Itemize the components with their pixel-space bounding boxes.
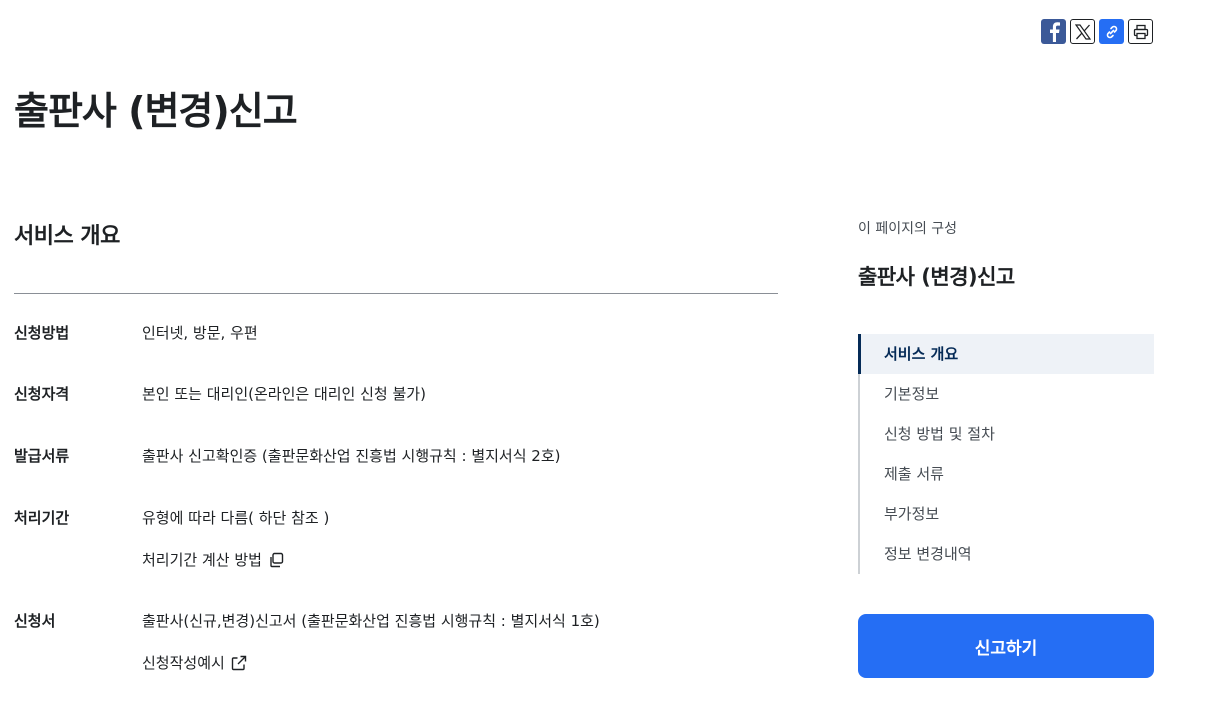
processing-time-calc-link[interactable]: 처리기간 계산 방법: [142, 549, 284, 570]
facebook-icon: [1049, 21, 1060, 42]
facebook-share-button[interactable]: [1041, 19, 1066, 44]
info-value: 출판사 신고확인증 (출판문화산업 진흥법 시행규칙 : 별지서식 2호): [142, 447, 561, 465]
page-title: 출판사 (변경)신고: [14, 89, 298, 133]
info-label: 신청서: [14, 612, 56, 630]
info-label: 신청자격: [14, 385, 70, 403]
external-link-icon: [231, 655, 247, 670]
application-example-link[interactable]: 신청작성예시: [142, 652, 247, 673]
info-value: 출판사(신규,변경)신고서 (출판문화산업 진흥법 시행규칙 : 별지서식 1호…: [142, 612, 600, 630]
info-label: 신청방법: [14, 324, 70, 342]
apply-button[interactable]: 신고하기: [858, 614, 1154, 678]
copy-link-button[interactable]: [1099, 19, 1124, 44]
info-value: 인터넷, 방문, 우편: [142, 324, 258, 342]
x-share-button[interactable]: [1070, 19, 1095, 44]
section-divider: [14, 293, 778, 294]
info-value: 유형에 따라 다름( 하단 참조 ): [142, 509, 330, 527]
x-icon: [1074, 23, 1091, 40]
toc-item-procedure[interactable]: 신청 방법 및 절차: [860, 414, 1154, 454]
share-toolbar: [1041, 19, 1153, 44]
info-label: 처리기간: [14, 509, 70, 527]
print-icon: [1133, 24, 1148, 39]
copy-popup-icon: [270, 552, 284, 567]
toc-caption: 이 페이지의 구성: [858, 221, 958, 237]
toc-item-basic-info[interactable]: 기본정보: [860, 374, 1154, 414]
section-title-overview: 서비스 개요: [14, 224, 120, 249]
processing-time-calc-label: 처리기간 계산 방법: [142, 551, 262, 569]
info-label: 발급서류: [14, 447, 70, 465]
toc-title: 출판사 (변경)신고: [858, 265, 1015, 289]
toc-item-documents[interactable]: 제출 서류: [860, 454, 1154, 494]
application-example-label: 신청작성예시: [142, 654, 225, 672]
toc-item-additional-info[interactable]: 부가정보: [860, 494, 1154, 534]
toc-nav: 서비스 개요 기본정보 신청 방법 및 절차 제출 서류 부가정보 정보 변경내…: [858, 334, 1154, 574]
info-value: 본인 또는 대리인(온라인은 대리인 신청 불가): [142, 385, 426, 403]
link-icon: [1106, 25, 1117, 38]
print-button[interactable]: [1128, 19, 1153, 44]
toc-item-change-history[interactable]: 정보 변경내역: [860, 534, 1154, 574]
toc-item-overview[interactable]: 서비스 개요: [858, 334, 1154, 374]
